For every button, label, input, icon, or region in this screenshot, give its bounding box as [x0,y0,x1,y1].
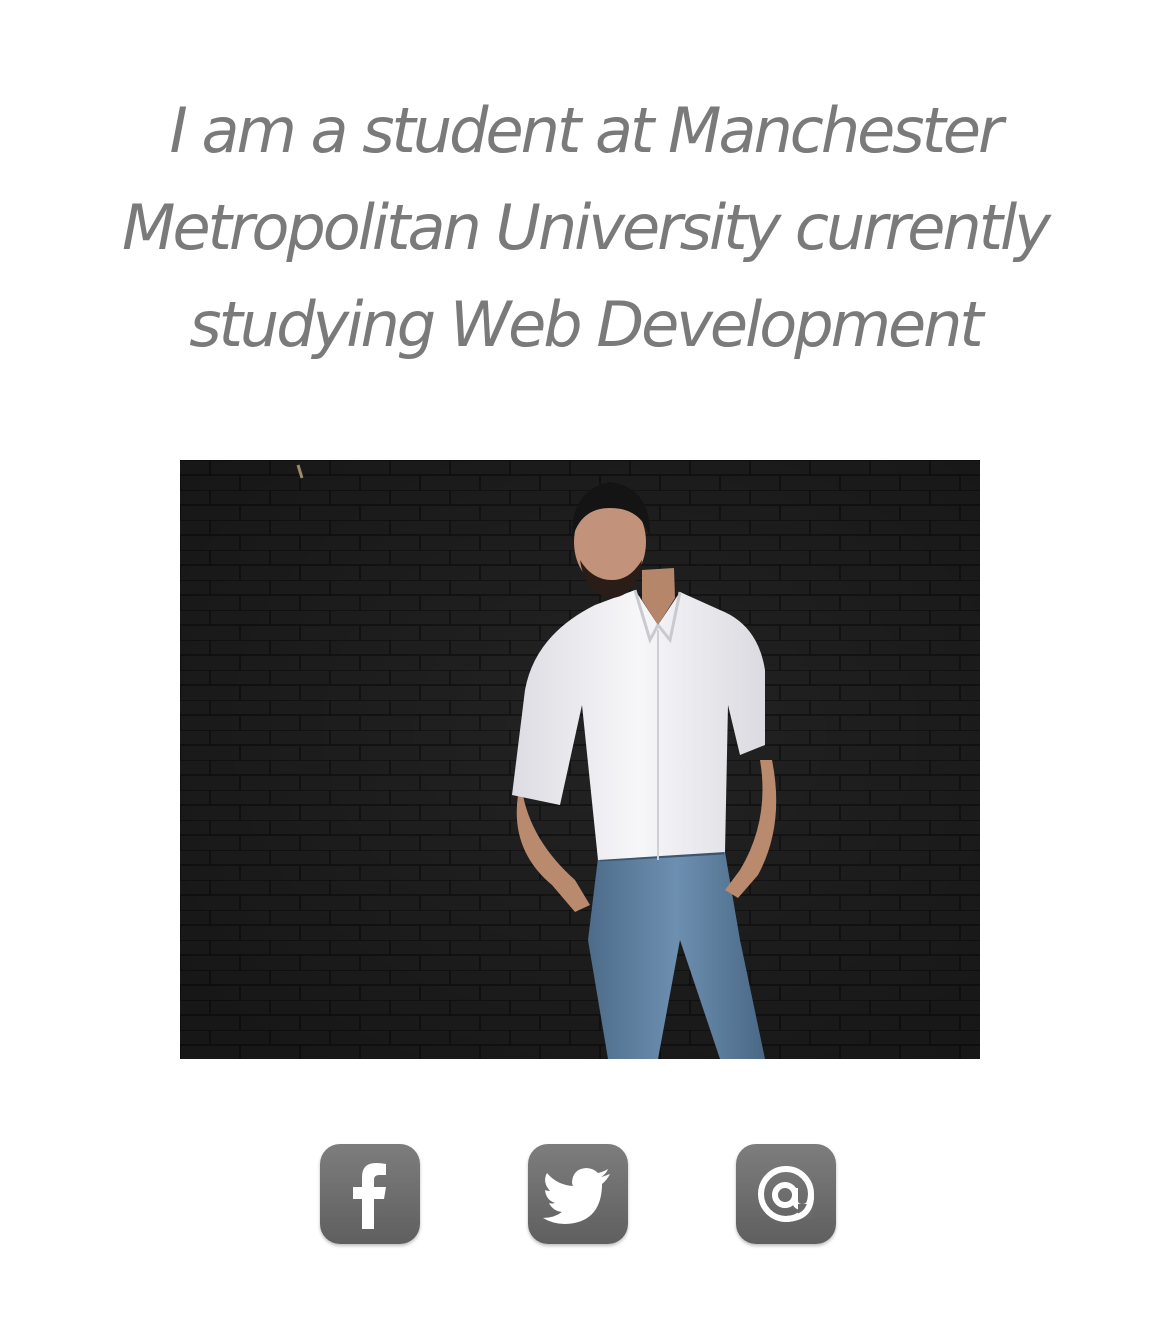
profile-photo [180,460,980,1059]
about-page: I am a student at Manchester Metropolita… [0,0,1170,1338]
at-sign-icon [758,1166,814,1222]
email-button[interactable] [736,1144,836,1244]
intro-text: I am a student at Manchester Metropolita… [122,94,1051,361]
facebook-icon [353,1163,386,1229]
twitter-bird-icon [543,1168,610,1224]
twitter-button[interactable] [528,1144,628,1244]
facebook-button[interactable] [320,1144,420,1244]
